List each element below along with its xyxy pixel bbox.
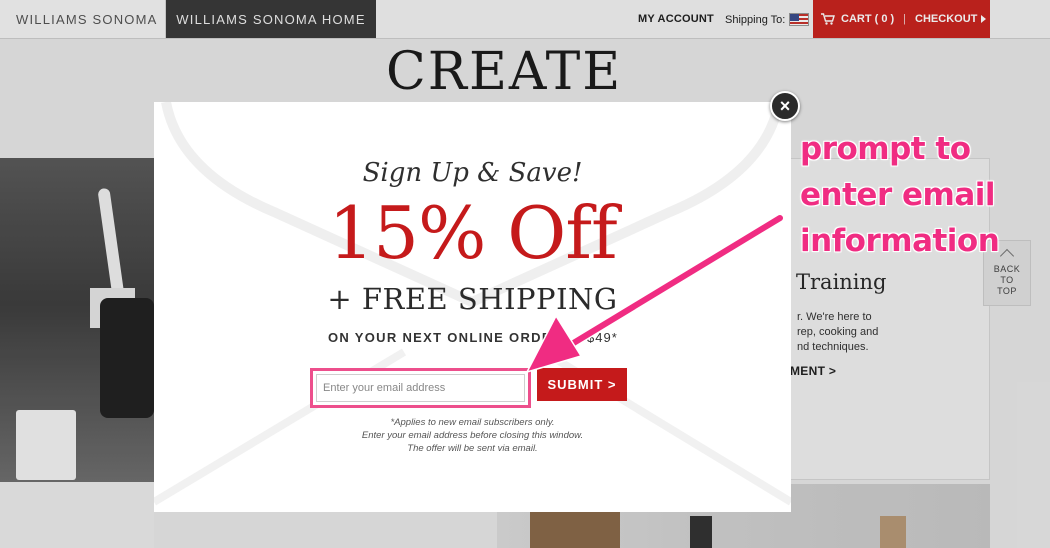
minimum-order-amount: $49* bbox=[587, 330, 618, 345]
modal-headline: Sign Up & Save! bbox=[362, 158, 583, 188]
annotation-line-3: information bbox=[800, 223, 1000, 259]
discount-text: 15% Off bbox=[328, 191, 617, 275]
free-shipping-text: + FREE SHIPPING bbox=[327, 282, 618, 316]
fine-print-line-3: The offer will be sent via email. bbox=[407, 443, 538, 454]
fine-print: *Applies to new email subscribers only. … bbox=[154, 416, 791, 455]
annotation-text: prompt to enter email information bbox=[800, 126, 1000, 264]
fine-print-line-1: *Applies to new email subscribers only. bbox=[390, 417, 555, 428]
fine-print-line-2: Enter your email address before closing … bbox=[361, 430, 584, 441]
close-icon: × bbox=[779, 96, 791, 116]
email-input[interactable] bbox=[316, 374, 525, 402]
signup-modal: Sign Up & Save! 15% Off + FREE SHIPPING … bbox=[154, 102, 791, 512]
annotation-line-1: prompt to bbox=[800, 131, 971, 167]
email-highlight-box bbox=[310, 368, 531, 408]
next-order-text: ON YOUR NEXT ONLINE ORDER bbox=[328, 330, 563, 345]
close-modal-button[interactable]: × bbox=[770, 91, 800, 121]
submit-button[interactable]: SUBMIT > bbox=[537, 368, 627, 401]
annotation-line-2: enter email bbox=[800, 177, 996, 213]
